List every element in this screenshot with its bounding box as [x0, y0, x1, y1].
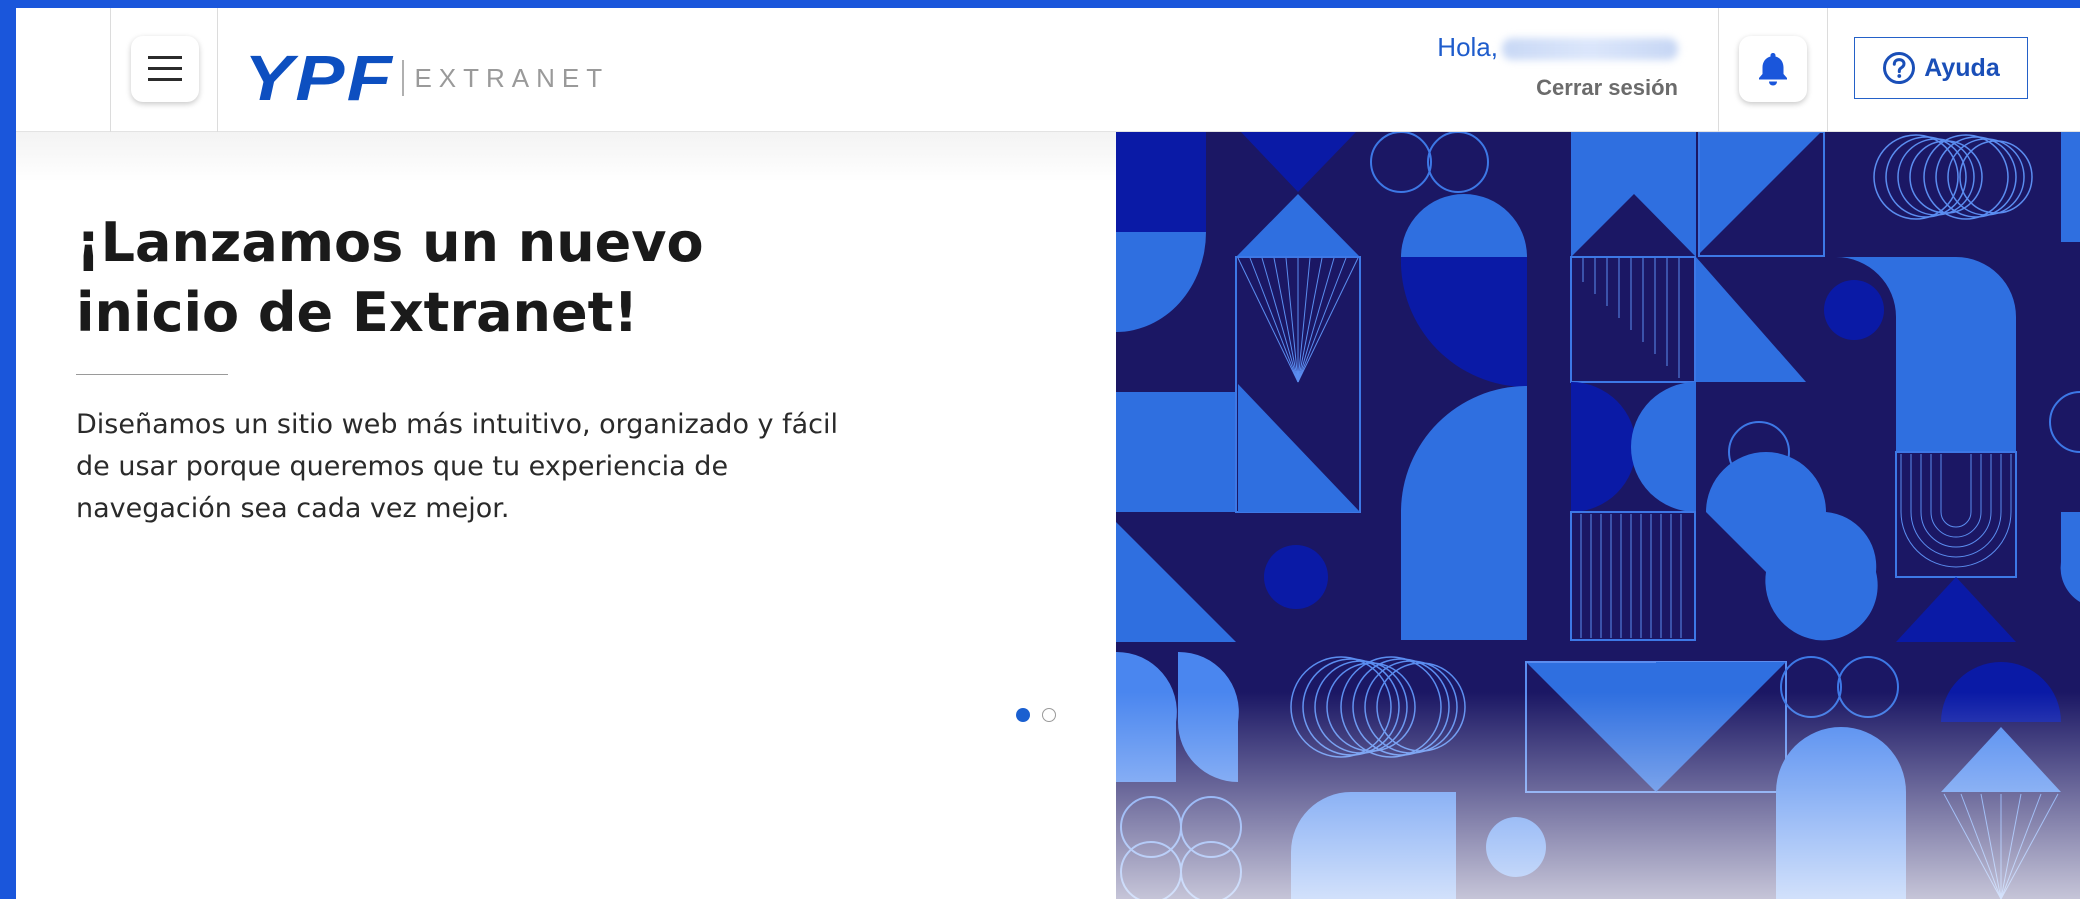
carousel-dot-2[interactable] [1042, 708, 1056, 722]
notifications-button[interactable] [1739, 36, 1807, 102]
logo-product: EXTRANET [414, 62, 610, 93]
question-circle-icon [1883, 52, 1916, 84]
logo-brand: YPF [244, 42, 395, 114]
help-label: Ayuda [1924, 53, 2000, 82]
carousel-indicators [1016, 708, 1056, 722]
greeting-text: Hola, [1437, 32, 1498, 62]
carousel-dot-1[interactable] [1016, 708, 1030, 722]
bell-icon [1759, 53, 1787, 86]
hamburger-menu-button[interactable] [131, 36, 199, 102]
menu-cell [110, 8, 218, 132]
ypf-extranet-logo[interactable]: YPF EXTRANET [244, 42, 610, 114]
hamburger-menu-icon [148, 56, 182, 81]
greeting-line: Hola, [1437, 32, 1678, 63]
geometric-pattern-illustration [1116, 132, 2080, 899]
logout-link[interactable]: Cerrar sesión [1437, 75, 1678, 101]
user-greeting: Hola, Cerrar sesión [1437, 32, 1678, 101]
help-button[interactable]: Ayuda [1854, 37, 2028, 99]
hero-divider [76, 374, 228, 375]
hero-description: Diseñamos un sitio web más intuitivo, or… [76, 409, 838, 524]
blurred-username [1502, 38, 1678, 61]
hero-geometric-artwork [1116, 132, 2080, 899]
logo-separator [402, 60, 405, 96]
notifications-cell [1718, 8, 1828, 132]
top-header: YPF EXTRANET Hola, Cerrar sesión Ayuda [16, 8, 2080, 132]
hero-title: ¡Lanzamos un nuevo inicio de Extranet! [76, 211, 704, 344]
